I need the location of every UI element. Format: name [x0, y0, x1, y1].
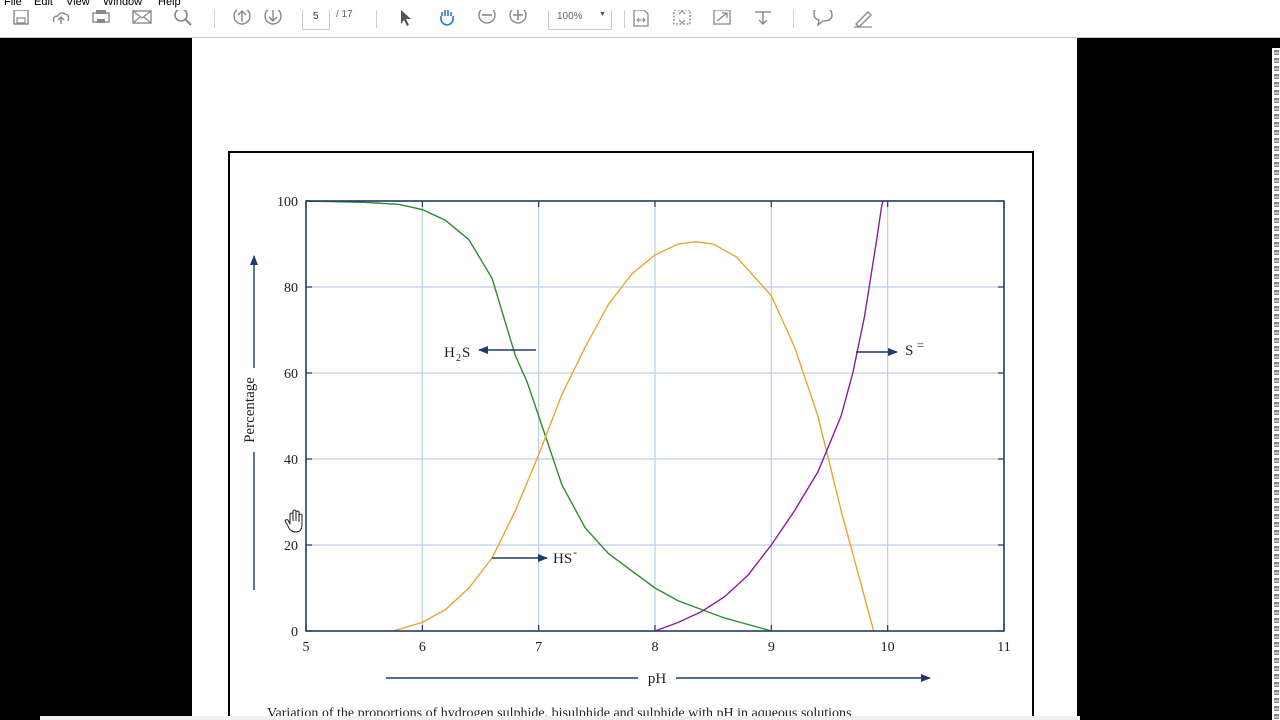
y-tick-label: 100 — [277, 195, 298, 210]
h2s-label-tail: S — [462, 345, 470, 361]
y-tick-label: 20 — [284, 539, 298, 554]
page-up-icon[interactable] — [231, 10, 253, 28]
series-line-2 — [654, 200, 884, 632]
x-tick-label: 10 — [881, 640, 895, 655]
y-tick-label: 0 — [291, 625, 298, 640]
upload-icon[interactable] — [50, 10, 72, 28]
search-icon[interactable] — [172, 10, 194, 28]
x-tick-label: 7 — [535, 640, 542, 655]
full-screen-icon[interactable] — [711, 10, 733, 28]
menu-view[interactable]: View — [66, 0, 90, 8]
menu-help[interactable]: Help — [158, 0, 181, 8]
y-axis-label: Percentage — [242, 377, 258, 443]
page-bottom-edge — [40, 716, 1080, 720]
save-icon[interactable] — [10, 10, 32, 28]
y-tick-label: 80 — [284, 281, 298, 296]
comment-icon[interactable] — [812, 10, 834, 28]
x-tick-label: 5 — [303, 640, 310, 655]
zoom-out-icon[interactable] — [476, 10, 498, 28]
chevron-down-icon: ▼ — [599, 11, 606, 18]
zoom-value: 100% — [557, 11, 583, 22]
x-tick-label: 6 — [419, 640, 426, 655]
toolbar-separator — [214, 10, 215, 28]
page-number-input[interactable]: 5 — [302, 10, 330, 30]
zoom-select[interactable]: 100% ▼ — [548, 10, 612, 30]
s-label-superscript: = — [917, 338, 924, 352]
fit-width-icon[interactable] — [630, 10, 652, 28]
toolbar-separator — [793, 10, 794, 28]
menu-edit[interactable]: Edit — [34, 0, 53, 8]
toolbar-separator — [376, 10, 377, 28]
menu-file[interactable]: File — [4, 0, 22, 8]
fit-page-icon[interactable] — [671, 10, 693, 28]
x-tick-label: 9 — [768, 640, 775, 655]
x-tick-label: 11 — [997, 640, 1010, 655]
hand-cursor-icon — [284, 509, 303, 533]
email-icon[interactable] — [131, 10, 153, 28]
sign-icon[interactable] — [852, 10, 874, 28]
y-tick-label: 40 — [284, 453, 298, 468]
zoom-in-icon[interactable] — [507, 10, 529, 28]
menu-bar: File Edit View Window Help — [0, 0, 1280, 10]
y-tick-label: 60 — [284, 367, 298, 382]
toolbar-separator — [624, 10, 625, 28]
hand-icon[interactable] — [436, 10, 458, 28]
page-total: / 17 — [336, 10, 353, 20]
speciation-chart: 5 6 7 8 9 10 11020406080100PercentagepHH 2 SHS -S… — [242, 195, 1011, 688]
hs-label-superscript: - — [573, 545, 577, 559]
h2s-label-subscript: 2 — [456, 353, 461, 364]
navigation-pane-strip — [1274, 50, 1279, 720]
x-axis-label: pH — [648, 671, 667, 687]
scrollbar-thumb[interactable] — [1272, 38, 1280, 48]
menu-window[interactable]: Window — [103, 0, 142, 8]
hs-label: HS — [553, 551, 572, 567]
s-label: S — [905, 343, 913, 359]
print-icon[interactable] — [90, 10, 112, 28]
vertical-scrollbar[interactable] — [1272, 38, 1280, 720]
toolbar: 5 / 17 100% ▼ — [0, 10, 1280, 38]
h2s-label: H — [444, 345, 455, 361]
scroll-down-icon[interactable] — [752, 10, 774, 28]
app-window: File Edit View Window Help 5 / 17 100% ▼… — [0, 0, 1280, 720]
page-down-icon[interactable] — [262, 10, 284, 28]
x-tick-label: 8 — [652, 640, 659, 655]
select-arrow-icon[interactable] — [395, 10, 417, 28]
